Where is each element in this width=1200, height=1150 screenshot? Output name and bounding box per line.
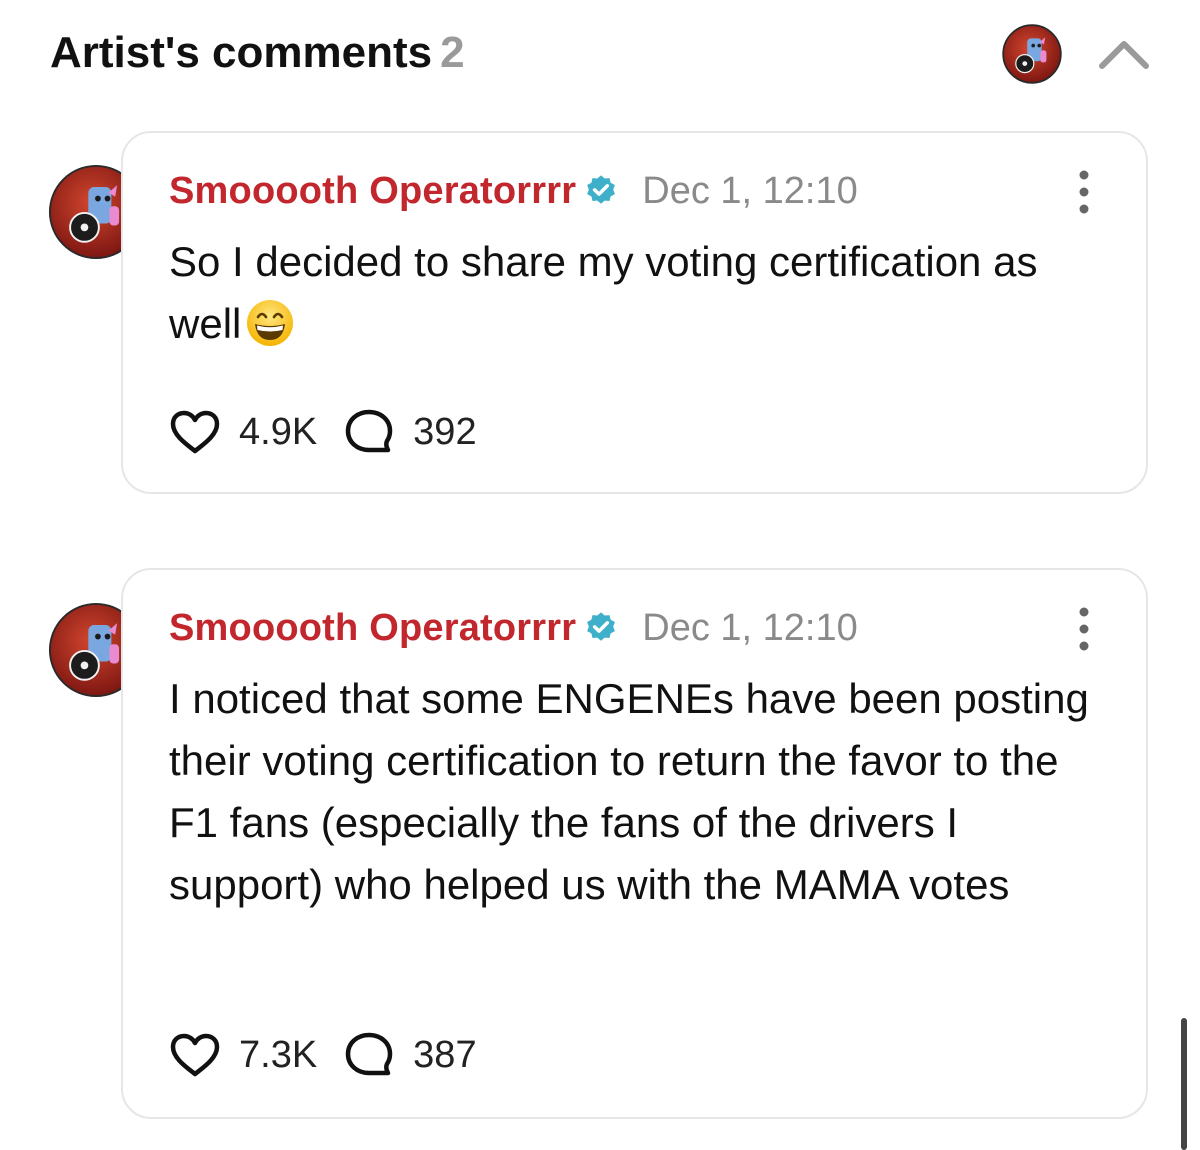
chevron-up-icon[interactable] <box>1098 34 1150 74</box>
speech-bubble-icon <box>345 1032 393 1076</box>
section-title: Artist's comments 2 <box>50 26 465 80</box>
timestamp: Dec 1, 12:10 <box>642 169 858 212</box>
author-name[interactable]: Smooooth Operatorrrr <box>169 170 576 213</box>
comment-actions: 4.9K 392 <box>169 407 503 457</box>
heart-icon <box>170 410 220 454</box>
comment-body: So I decided to share my voting certific… <box>169 231 1119 355</box>
speech-bubble-icon <box>345 409 393 453</box>
more-vertical-icon[interactable] <box>1074 169 1094 215</box>
grinning-face-emoji-icon <box>247 300 294 346</box>
comment-count: 2 <box>440 28 465 77</box>
heart-icon <box>170 1033 220 1077</box>
comment-card: Smooooth Operatorrrr Dec 1, 12:10 I noti… <box>121 568 1148 1119</box>
like-button[interactable]: 7.3K <box>169 1032 343 1078</box>
verified-badge-icon <box>587 175 616 204</box>
comment-actions: 7.3K 387 <box>169 1030 503 1080</box>
more-vertical-icon[interactable] <box>1074 606 1094 652</box>
like-button[interactable]: 4.9K <box>169 409 343 455</box>
comment-meta: Smooooth Operatorrrr Dec 1, 12:10 <box>169 167 858 215</box>
comment-text: So I decided to share my voting certific… <box>169 238 1038 347</box>
comment-body: I noticed that some ENGENEs have been po… <box>169 668 1119 916</box>
comment-meta: Smooooth Operatorrrr Dec 1, 12:10 <box>169 604 858 652</box>
reply-count: 392 <box>413 410 477 453</box>
scrollbar[interactable] <box>1181 1018 1187 1150</box>
section-title-text: Artist's comments <box>50 28 433 77</box>
verified-badge-icon <box>587 612 616 641</box>
reply-button[interactable]: 392 <box>343 408 502 456</box>
reply-button[interactable]: 387 <box>343 1031 502 1079</box>
reply-count: 387 <box>413 1033 477 1076</box>
comment-card: Smooooth Operatorrrr Dec 1, 12:10 So I d… <box>121 131 1148 494</box>
like-count: 4.9K <box>239 410 318 453</box>
like-count: 7.3K <box>239 1033 318 1076</box>
timestamp: Dec 1, 12:10 <box>642 606 858 649</box>
comment-text: I noticed that some ENGENEs have been po… <box>169 675 1089 908</box>
artist-avatar[interactable] <box>1002 24 1062 84</box>
author-name[interactable]: Smooooth Operatorrrr <box>169 607 576 650</box>
artist-comments-header: Artist's comments 2 <box>50 22 1150 86</box>
